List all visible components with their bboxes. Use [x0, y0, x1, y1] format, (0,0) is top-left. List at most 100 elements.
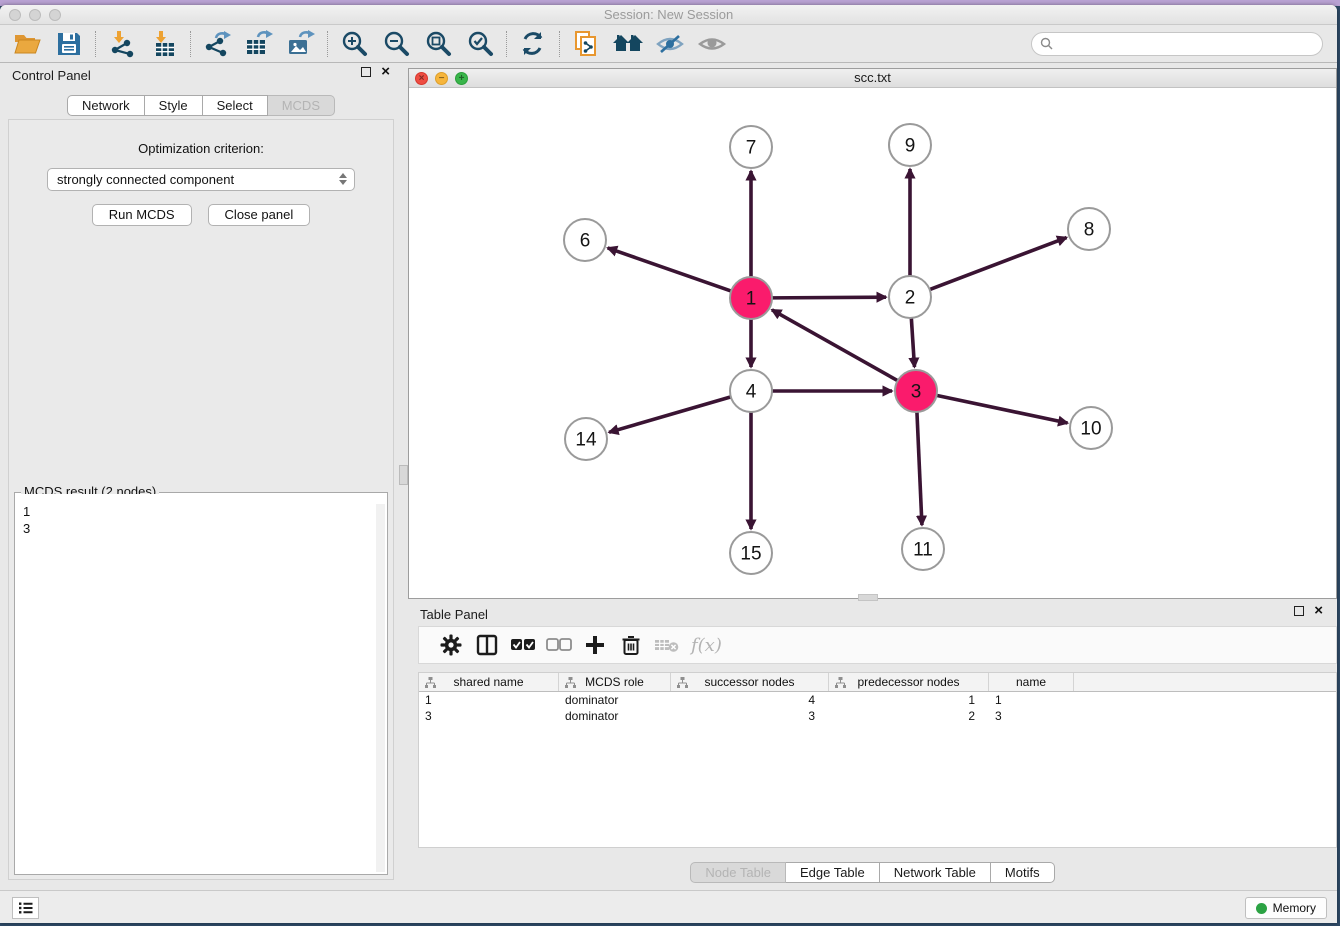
- cell-name[interactable]: 3: [989, 708, 1074, 724]
- table-row[interactable]: 1 dominator 4 1 1: [419, 692, 1336, 708]
- cell-mcds-role[interactable]: dominator: [559, 692, 671, 708]
- export-table-icon[interactable]: [242, 29, 276, 59]
- control-panel: Control Panel × Network Style Select MCD…: [0, 63, 402, 890]
- import-network-icon[interactable]: [105, 29, 139, 59]
- deselect-all-icon[interactable]: [541, 630, 577, 660]
- table-row[interactable]: 3 dominator 3 2 3: [419, 708, 1336, 724]
- tab-style[interactable]: Style: [145, 95, 203, 116]
- network-overview-icon[interactable]: [569, 29, 603, 59]
- zoom-out-icon[interactable]: [379, 29, 413, 59]
- hierarchy-icon: [677, 677, 688, 688]
- float-table-panel-icon[interactable]: [1294, 606, 1304, 616]
- network-maximize-button[interactable]: +: [455, 72, 468, 85]
- search-field[interactable]: [1031, 32, 1323, 56]
- cell-mcds-role[interactable]: dominator: [559, 708, 671, 724]
- graph-node-label-15: 15: [740, 544, 761, 565]
- zoom-selected-icon[interactable]: [463, 29, 497, 59]
- table-toolbar: f(x): [418, 626, 1337, 664]
- network-close-button[interactable]: ×: [415, 72, 428, 85]
- column-header-shared-name[interactable]: shared name: [419, 673, 559, 691]
- column-header-name[interactable]: name: [989, 673, 1074, 691]
- edge-3-1[interactable]: [772, 310, 898, 381]
- table-tabs: Node Table Edge Table Network Table Moti…: [690, 862, 1054, 883]
- tab-network[interactable]: Network: [67, 95, 145, 116]
- export-network-icon[interactable]: [200, 29, 234, 59]
- close-panel-button[interactable]: Close panel: [208, 204, 311, 226]
- home-icon[interactable]: [611, 29, 645, 59]
- toolbar-separator: [327, 31, 328, 57]
- apply-layout-icon[interactable]: [516, 29, 550, 59]
- save-session-icon[interactable]: [52, 29, 86, 59]
- float-panel-icon[interactable]: [361, 67, 371, 77]
- edge-2-8[interactable]: [930, 238, 1067, 290]
- hierarchy-icon: [425, 677, 436, 688]
- toolbar-separator: [559, 31, 560, 57]
- hide-panel-icon[interactable]: [653, 29, 687, 59]
- close-window-button[interactable]: [9, 9, 21, 21]
- edge-1-6[interactable]: [608, 248, 732, 291]
- task-history-button[interactable]: [12, 897, 39, 919]
- network-canvas[interactable]: 7968124314101511: [409, 88, 1336, 598]
- zoom-fit-icon[interactable]: [421, 29, 455, 59]
- edge-4-14[interactable]: [609, 397, 731, 432]
- cell-shared-name[interactable]: 1: [419, 692, 559, 708]
- cell-successor-nodes[interactable]: 4: [671, 692, 829, 708]
- graph-node-label-6: 6: [580, 231, 591, 252]
- column-header-successor-nodes[interactable]: successor nodes: [671, 673, 829, 691]
- edge-3-11[interactable]: [917, 412, 922, 525]
- node-table-header: shared name MCDS role successor nodes pr…: [419, 673, 1336, 692]
- optimization-criterion-value: strongly connected component: [57, 172, 234, 187]
- node-table: shared name MCDS role successor nodes pr…: [418, 672, 1337, 848]
- tab-select[interactable]: Select: [203, 95, 268, 116]
- column-header-mcds-role[interactable]: MCDS role: [559, 673, 671, 691]
- mcds-result-box: MCDS result (2 nodes) 1 3: [14, 492, 388, 875]
- close-table-panel-icon[interactable]: ×: [1314, 605, 1323, 617]
- cell-successor-nodes[interactable]: 3: [671, 708, 829, 724]
- show-panel-icon[interactable]: [695, 29, 729, 59]
- network-minimize-button[interactable]: −: [435, 72, 448, 85]
- window-titlebar: Session: New Session: [0, 5, 1337, 25]
- tab-motifs[interactable]: Motifs: [991, 862, 1055, 883]
- gear-icon[interactable]: [433, 630, 469, 660]
- horizontal-splitter-handle[interactable]: [858, 594, 878, 601]
- vertical-splitter-handle[interactable]: [399, 465, 408, 485]
- toolbar-separator: [190, 31, 191, 57]
- memory-label: Memory: [1273, 901, 1316, 915]
- result-scrollbar[interactable]: [376, 504, 385, 872]
- graph-node-label-8: 8: [1084, 220, 1095, 241]
- split-columns-icon[interactable]: [469, 630, 505, 660]
- export-image-icon[interactable]: [284, 29, 318, 59]
- network-window-title: scc.txt: [409, 69, 1336, 87]
- add-column-icon[interactable]: [577, 630, 613, 660]
- edge-2-3[interactable]: [911, 318, 914, 367]
- cell-shared-name[interactable]: 3: [419, 708, 559, 724]
- tab-mcds[interactable]: MCDS: [268, 95, 335, 116]
- mcds-result-list[interactable]: 1 3: [16, 494, 386, 873]
- memory-button[interactable]: Memory: [1245, 897, 1327, 919]
- close-panel-icon[interactable]: ×: [381, 66, 390, 78]
- import-table-icon[interactable]: [147, 29, 181, 59]
- delete-column-icon[interactable]: [613, 630, 649, 660]
- edge-3-10[interactable]: [937, 395, 1068, 423]
- select-all-icon[interactable]: [505, 630, 541, 660]
- maximize-window-button[interactable]: [49, 9, 61, 21]
- network-view-window: × − + scc.txt 7968124314101511: [408, 68, 1337, 599]
- optimization-criterion-select[interactable]: strongly connected component: [47, 168, 355, 191]
- zoom-in-icon[interactable]: [337, 29, 371, 59]
- optimization-criterion-label: Optimization criterion:: [9, 141, 393, 156]
- minimize-window-button[interactable]: [29, 9, 41, 21]
- run-mcds-button[interactable]: Run MCDS: [92, 204, 192, 226]
- search-input[interactable]: [1058, 36, 1322, 51]
- tab-node-table[interactable]: Node Table: [690, 862, 786, 883]
- hierarchy-icon: [565, 677, 576, 688]
- tab-edge-table[interactable]: Edge Table: [786, 862, 880, 883]
- open-file-icon[interactable]: [10, 29, 44, 59]
- cell-predecessor-nodes[interactable]: 2: [829, 708, 989, 724]
- tab-network-table[interactable]: Network Table: [880, 862, 991, 883]
- edge-1-2[interactable]: [772, 297, 886, 298]
- hierarchy-icon: [835, 677, 846, 688]
- column-header-predecessor-nodes[interactable]: predecessor nodes: [829, 673, 989, 691]
- cell-name[interactable]: 1: [989, 692, 1074, 708]
- cell-predecessor-nodes[interactable]: 1: [829, 692, 989, 708]
- graph-node-label-7: 7: [746, 138, 757, 159]
